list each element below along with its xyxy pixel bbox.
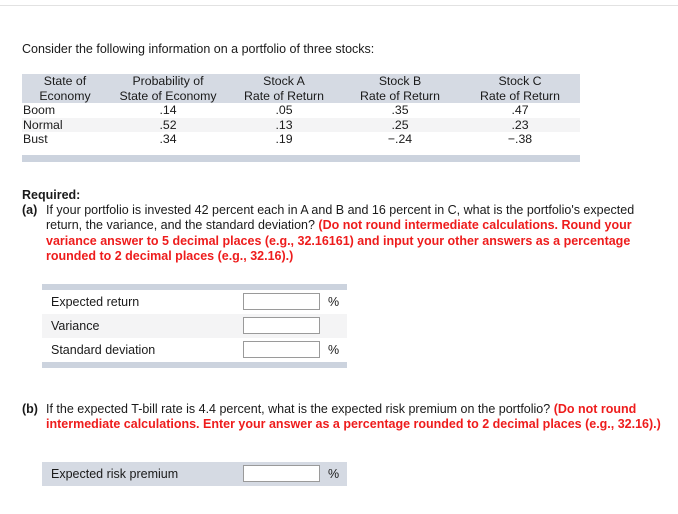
- percent-suffix: %: [328, 343, 340, 357]
- cell-state: Normal: [23, 117, 63, 132]
- answer-label: Standard deviation: [51, 343, 156, 357]
- answer-row-variance: Variance: [42, 314, 347, 338]
- table-row: Normal .52 .13 .25 .23: [22, 117, 580, 132]
- cell-state: Bust: [23, 132, 48, 146]
- table-bottom-divider: [22, 155, 580, 162]
- table-header: State of Economy Probability of State of…: [22, 74, 580, 103]
- worksheet-page: Consider the following information on a …: [0, 0, 678, 514]
- intro-text: Consider the following information on a …: [22, 42, 375, 56]
- cell-stock-a: .13: [275, 117, 293, 132]
- column-header-stock-a: Stock A Rate of Return: [228, 74, 340, 103]
- table-body: Boom .14 .05 .35 .47 Normal .52 .13 .25 …: [22, 103, 580, 147]
- answer-label: Expected risk premium: [51, 467, 179, 481]
- column-header-line2: State of Economy: [119, 88, 217, 103]
- column-header-line1: Probability of: [132, 74, 204, 88]
- cell-stock-c: .47: [511, 103, 529, 117]
- cell-stock-c: .23: [511, 117, 529, 132]
- question-text-a: If your portfolio is invested 42 percent…: [46, 203, 672, 265]
- column-header-probability: Probability of State of Economy: [108, 74, 228, 103]
- required-heading: Required:: [22, 188, 81, 202]
- column-header-line2: Economy: [39, 88, 91, 103]
- cell-stock-b: .25: [391, 117, 409, 132]
- cell-stock-b: .35: [391, 103, 409, 117]
- expected-return-input[interactable]: [243, 293, 320, 310]
- question-text-b-black: If the expected T-bill rate is 4.4 perce…: [46, 402, 554, 416]
- answer-table-bottom-divider: [42, 362, 347, 368]
- column-header-line1: Stock A: [263, 74, 305, 88]
- column-header-stock-b: Stock B Rate of Return: [340, 74, 460, 103]
- column-header-line1: State of: [43, 74, 87, 88]
- answer-row-expected-risk-premium: Expected risk premium %: [42, 462, 347, 486]
- top-divider-line: [0, 5, 678, 6]
- question-part-b: (b) If the expected T-bill rate is 4.4 p…: [22, 402, 672, 433]
- cell-stock-a: .19: [275, 132, 293, 146]
- column-header-line2: Rate of Return: [480, 88, 560, 103]
- answer-row-standard-deviation: Standard deviation %: [42, 338, 347, 362]
- answer-label: Expected return: [51, 295, 140, 309]
- column-header-stock-c: Stock C Rate of Return: [460, 74, 580, 103]
- question-marker-b: (b): [22, 402, 38, 416]
- cell-probability: .52: [159, 117, 177, 132]
- cell-stock-a: .05: [275, 103, 293, 117]
- column-header-line1: Stock C: [498, 74, 542, 88]
- answer-table-part-b: Expected risk premium %: [42, 462, 347, 486]
- standard-deviation-input[interactable]: [243, 341, 320, 358]
- answer-table-part-a: Expected return % Variance Standard devi…: [42, 284, 347, 368]
- table-row: Bust .34 .19 −.24 −.38: [22, 132, 580, 147]
- answer-row-expected-return: Expected return %: [42, 290, 347, 314]
- column-header-line2: Rate of Return: [360, 88, 440, 103]
- stock-information-table: State of Economy Probability of State of…: [22, 74, 580, 147]
- question-part-a: (a) If your portfolio is invested 42 per…: [22, 203, 672, 265]
- cell-probability: .34: [159, 132, 177, 146]
- percent-suffix: %: [328, 467, 340, 481]
- answer-label: Variance: [51, 319, 100, 333]
- cell-stock-b: −.24: [387, 132, 413, 146]
- cell-state: Boom: [23, 103, 56, 117]
- question-text-b: If the expected T-bill rate is 4.4 perce…: [46, 402, 672, 433]
- column-header-line2: Rate of Return: [244, 88, 324, 103]
- table-header-row: State of Economy Probability of State of…: [22, 74, 580, 103]
- column-header-state-of-economy: State of Economy: [22, 74, 108, 103]
- cell-probability: .14: [159, 103, 177, 117]
- percent-suffix: %: [328, 295, 340, 309]
- column-header-line1: Stock B: [378, 74, 422, 88]
- cell-stock-c: −.38: [507, 132, 533, 146]
- variance-input[interactable]: [243, 317, 320, 334]
- expected-risk-premium-input[interactable]: [243, 465, 320, 482]
- question-marker-a: (a): [22, 203, 38, 217]
- table-row: Boom .14 .05 .35 .47: [22, 103, 580, 118]
